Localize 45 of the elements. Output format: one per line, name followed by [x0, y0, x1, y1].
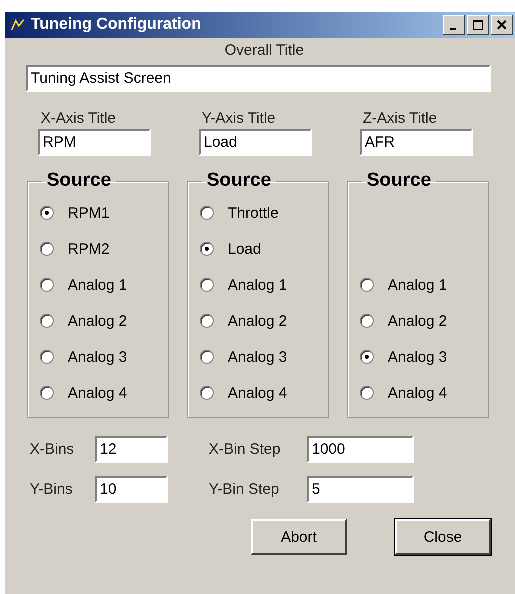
app-icon	[10, 17, 26, 33]
group-title: Source	[206, 170, 272, 192]
radio-option[interactable]: RPM1	[28, 195, 168, 231]
radio-option[interactable]: Analog 2	[348, 303, 488, 339]
dialog-button[interactable]: Abort	[251, 519, 347, 555]
close-icon	[497, 20, 507, 30]
radio-option[interactable]: Analog 1	[28, 267, 168, 303]
bins-label: Y-Bins	[30, 481, 74, 498]
radio-option[interactable]: RPM2	[28, 231, 168, 267]
axis-title-label: Z-Axis Title	[363, 110, 438, 127]
bin-step-label: Y-Bin Step	[209, 481, 280, 498]
radio-option[interactable]: Analog 1	[348, 267, 488, 303]
axis-title-field[interactable]: AFR	[360, 129, 473, 156]
overall-title-field[interactable]: Tuning Assist Screen	[26, 65, 491, 92]
radio-option[interactable]: Analog 4	[188, 375, 328, 411]
overall-title-label: Overall Title	[224, 42, 304, 59]
radio-option[interactable]: Throttle	[188, 195, 328, 231]
maximize-button[interactable]	[467, 15, 489, 35]
radio-option[interactable]: Analog 4	[348, 375, 488, 411]
axis-title-label: X-Axis Title	[41, 110, 116, 127]
dialog-button[interactable]: Close	[395, 519, 491, 555]
radio-option[interactable]: Analog 3	[348, 339, 488, 375]
axis-title-label: Y-Axis Title	[202, 110, 276, 127]
radio-option[interactable]: Analog 2	[188, 303, 328, 339]
radio-option[interactable]: Analog 3	[188, 339, 328, 375]
bins-label: X-Bins	[30, 441, 76, 458]
radio-option[interactable]: Analog 4	[28, 375, 168, 411]
bin-step-field[interactable]: 5	[307, 476, 414, 503]
bin-step-label: X-Bin Step	[209, 441, 282, 458]
radio-option[interactable]: Analog 2	[28, 303, 168, 339]
close-button[interactable]	[491, 15, 513, 35]
minimize-button[interactable]	[443, 15, 465, 35]
axis-title-field[interactable]: Load	[199, 129, 312, 156]
radio-option[interactable]: Load	[188, 231, 328, 267]
group-title: Source	[366, 170, 432, 192]
minimize-icon	[450, 28, 456, 30]
radio-option[interactable]: Analog 1	[188, 267, 328, 303]
axis-title-field[interactable]: RPM	[38, 129, 151, 156]
window-title: Tuneing Configuration	[31, 16, 202, 34]
bins-field[interactable]: 12	[95, 436, 168, 463]
maximize-icon	[473, 20, 483, 30]
bin-step-field[interactable]: 1000	[307, 436, 414, 463]
bins-field[interactable]: 10	[95, 476, 168, 503]
radio-option[interactable]: Analog 3	[28, 339, 168, 375]
group-title: Source	[46, 170, 112, 192]
